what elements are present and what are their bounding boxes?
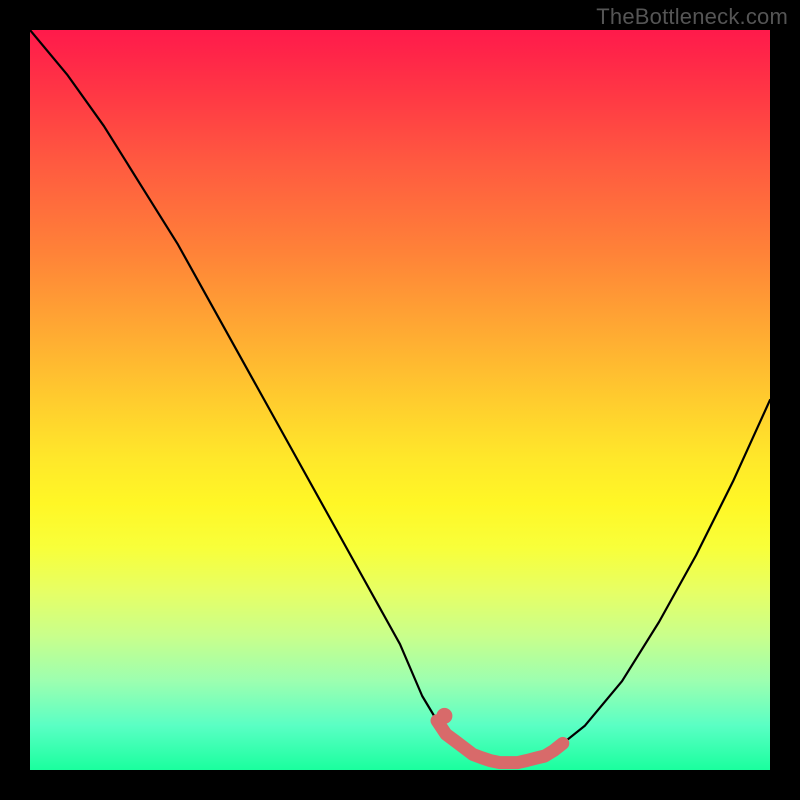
optimal-marker-dot: [436, 708, 452, 724]
chart-frame: TheBottleneck.com: [0, 0, 800, 800]
bottleneck-curve: [30, 30, 770, 763]
watermark-text: TheBottleneck.com: [596, 4, 788, 30]
plot-area: [30, 30, 770, 770]
optimal-highlight: [437, 721, 563, 763]
chart-overlay: [30, 30, 770, 770]
